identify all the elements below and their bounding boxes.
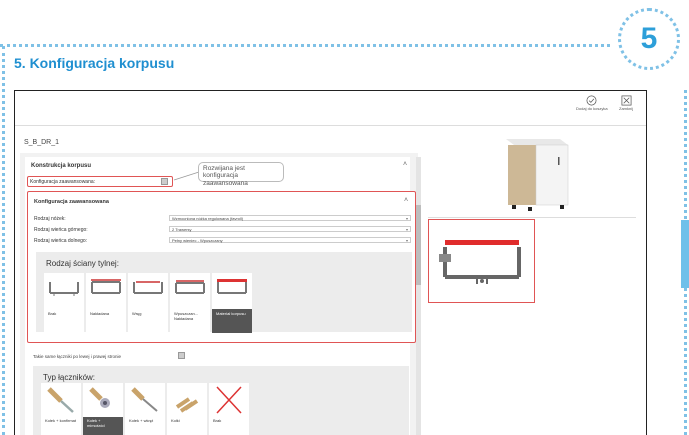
dowel-confirmat-icon bbox=[47, 387, 74, 413]
advanced-config-panel: Konfiguracja zaawansowana ˄ Rodzaj nóżek… bbox=[27, 191, 416, 343]
dowel-screw-icon bbox=[131, 387, 158, 412]
connector-option-dowel-cam[interactable]: Kołek + mimośród bbox=[83, 383, 123, 435]
advanced-config-highlight: Konfiguracja zaawansowana: bbox=[27, 176, 173, 187]
close-button[interactable]: Zamknij bbox=[619, 95, 633, 111]
page-title: 5. Konfiguracja korpusu bbox=[14, 55, 175, 71]
legs-label: Rodzaj nóżek: bbox=[34, 216, 66, 222]
form-scrollbar[interactable] bbox=[416, 157, 421, 435]
back-wall-diagram bbox=[428, 219, 535, 303]
dropdown-icon: ▾ bbox=[405, 238, 408, 243]
preview-pane bbox=[428, 131, 636, 435]
back-wall-material-icon bbox=[217, 279, 247, 294]
dotted-border-left bbox=[2, 46, 5, 435]
back-wall-selector: Rodzaj ściany tylnej: Brak Nakładana Wrę… bbox=[36, 252, 412, 333]
advanced-config-label: Konfiguracja zaawansowana: bbox=[30, 179, 96, 185]
back-wall-option-label: Materiał korpusu bbox=[212, 309, 252, 333]
back-wall-option-overlay[interactable]: Nakładana bbox=[86, 273, 126, 333]
add-to-cart-button[interactable]: Dodaj do koszyka bbox=[576, 95, 608, 111]
panel-collapse-icon[interactable]: ˄ bbox=[404, 197, 408, 204]
bottom-rail-label: Rodzaj wieńca dolnego: bbox=[34, 238, 88, 244]
top-rail-label: Rodzaj wieńca górnego: bbox=[34, 227, 88, 233]
back-wall-option-label: Nakładana bbox=[90, 311, 110, 316]
back-wall-title: Rodzaj ściany tylnej: bbox=[46, 259, 119, 268]
connector-option-dowel-screw[interactable]: Kołek + wkręt bbox=[125, 383, 165, 435]
legs-select[interactable]: Wzmocniona nóżka regulowana (favroll) ▾ bbox=[169, 215, 411, 221]
configuration-form: Konstrukcja korpusu ˄ Konfiguracja zaawa… bbox=[25, 157, 421, 435]
back-wall-none-icon bbox=[49, 282, 79, 296]
back-wall-option-rebate[interactable]: Wręg bbox=[128, 273, 168, 333]
same-connectors-label: Takie same łączniki po lewej i prawej st… bbox=[33, 354, 122, 359]
close-icon bbox=[621, 95, 631, 106]
no-connector-icon bbox=[216, 386, 242, 414]
side-accent-bar bbox=[681, 220, 689, 288]
toolbar: Dodaj do koszyka Zamknij bbox=[15, 91, 646, 126]
dowels-icon bbox=[175, 397, 199, 413]
advanced-config-checkbox[interactable] bbox=[161, 178, 168, 185]
same-connectors-checkbox[interactable] bbox=[178, 352, 185, 359]
step-badge: 5 bbox=[618, 8, 680, 70]
back-wall-overlay-icon bbox=[91, 279, 121, 294]
connector-option-label: Kołek + konfirmat bbox=[45, 418, 77, 423]
callout-tooltip: Rozwijana jest konfiguracja zaawansowana bbox=[198, 162, 284, 187]
connector-title: Typ łączników: bbox=[43, 373, 96, 382]
back-wall-option-label: Brak bbox=[48, 311, 57, 316]
back-wall-option-label: Wręg bbox=[132, 311, 142, 316]
dropdown-icon: ▾ bbox=[405, 216, 408, 221]
bottom-rail-value: Pełny wieniec - Wpuszczany bbox=[172, 238, 223, 243]
cabinet-code: S_B_DR_1 bbox=[24, 139, 60, 146]
top-rail-value: 2 Trawersy bbox=[172, 227, 192, 232]
bottom-rail-select[interactable]: Pełny wieniec - Wpuszczany ▾ bbox=[169, 237, 411, 243]
connector-option-dowels[interactable]: Kołki bbox=[167, 383, 207, 435]
collapse-chevron-icon[interactable]: ˄ bbox=[403, 161, 407, 168]
configuration-pane: Konstrukcja korpusu ˄ Konfiguracja zaawa… bbox=[20, 153, 421, 435]
back-wall-option-none[interactable]: Brak bbox=[44, 273, 84, 333]
check-circle-icon bbox=[586, 95, 597, 106]
back-wall-option-label: Wpuszczan... Nakładana bbox=[174, 311, 199, 321]
dotted-divider bbox=[0, 44, 610, 47]
dowel-cam-icon bbox=[89, 387, 110, 408]
legs-value: Wzmocniona nóżka regulowana (favroll) bbox=[172, 216, 244, 221]
cabinet-render-image bbox=[506, 139, 569, 211]
connector-option-label: Kołek + wkręt bbox=[129, 418, 154, 423]
dropdown-icon: ▾ bbox=[405, 227, 408, 232]
connector-option-label: Brak bbox=[213, 418, 222, 423]
back-wall-option-inset-overlay[interactable]: Wpuszczan... Nakładana bbox=[170, 273, 210, 333]
connector-option-none[interactable]: Brak bbox=[209, 383, 249, 435]
close-label: Zamknij bbox=[619, 106, 634, 111]
connector-selector: Typ łączników: Kołek + konfirmat Kołek +… bbox=[33, 366, 409, 435]
back-wall-inset-icon bbox=[175, 280, 205, 294]
connector-option-dowel-confirmat[interactable]: Kołek + konfirmat bbox=[41, 383, 81, 435]
cabinet-3d-preview bbox=[428, 131, 636, 218]
back-wall-option-body-material[interactable]: Materiał korpusu bbox=[212, 273, 252, 333]
back-wall-rebate-icon bbox=[133, 281, 163, 294]
connector-option-label: Kołki bbox=[171, 418, 180, 423]
scrollbar-thumb[interactable] bbox=[416, 205, 421, 285]
add-to-cart-label: Dodaj do koszyka bbox=[576, 106, 608, 111]
section-diagram-icon bbox=[439, 240, 521, 284]
advanced-config-title: Konfiguracja zaawansowana bbox=[34, 199, 109, 205]
configurator-window: Dodaj do koszyka Zamknij S_B_DR_1 Konstr… bbox=[14, 90, 647, 435]
section-title: Konstrukcja korpusu bbox=[31, 163, 92, 169]
connector-option-label: Kołek + mimośród bbox=[83, 417, 123, 435]
top-rail-select[interactable]: 2 Trawersy ▾ bbox=[169, 226, 411, 232]
